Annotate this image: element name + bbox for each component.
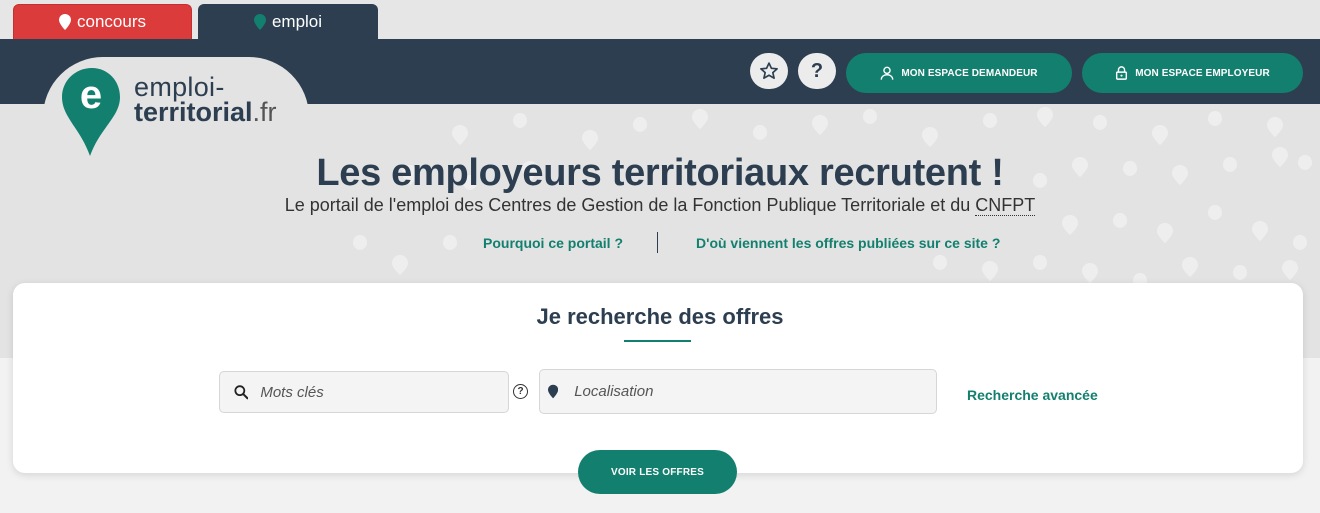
subtitle-text: Le portail de l'emploi des Centres de Ge… xyxy=(284,195,976,215)
advanced-search-link[interactable]: Recherche avancée xyxy=(967,387,1098,403)
espace-demandeur-button[interactable]: MON ESPACE DEMANDEUR xyxy=(846,53,1072,93)
star-icon xyxy=(760,62,778,79)
page-title: Les employeurs territoriaux recrutent ! xyxy=(316,152,1004,194)
why-portal-link[interactable]: Pourquoi ce portail ? xyxy=(483,235,623,251)
logo-wordmark-main: territorial xyxy=(134,97,253,127)
map-pin-icon xyxy=(548,384,559,399)
tab-emploi[interactable]: emploi xyxy=(198,4,378,39)
favorites-button[interactable] xyxy=(750,53,788,89)
keywords-help-icon[interactable]: ? xyxy=(513,384,528,399)
espace-employeur-button[interactable]: MON ESPACE EMPLOYEUR xyxy=(1082,53,1303,93)
user-icon xyxy=(880,66,894,80)
tab-concours[interactable]: concours xyxy=(13,4,192,39)
location-input[interactable] xyxy=(572,382,936,401)
map-pin-icon xyxy=(59,14,71,30)
offers-origin-link[interactable]: D'où viennent les offres publiées sur ce… xyxy=(696,235,1000,251)
logo-wordmark-ext: .fr xyxy=(252,97,277,127)
search-title: Je recherche des offres xyxy=(536,304,784,329)
espace-employeur-label: MON ESPACE EMPLOYEUR xyxy=(1135,67,1270,79)
cnfpt-abbr[interactable]: CNFPT xyxy=(975,195,1036,216)
espace-demandeur-label: MON ESPACE DEMANDEUR xyxy=(901,67,1038,79)
keywords-field[interactable] xyxy=(219,371,509,413)
logo-letter: e xyxy=(80,73,102,117)
help-button[interactable]: ? xyxy=(798,53,836,89)
logo-wordmark-line2: territorial.fr xyxy=(134,97,277,128)
map-pin-icon xyxy=(253,13,266,30)
tab-concours-label: concours xyxy=(77,12,146,31)
page-subtitle: Le portail de l'emploi des Centres de Ge… xyxy=(0,195,1320,216)
links-divider xyxy=(657,232,658,253)
tab-emploi-label: emploi xyxy=(271,11,323,31)
help-label: ? xyxy=(810,59,824,82)
search-icon xyxy=(234,385,249,400)
keywords-input[interactable] xyxy=(258,382,508,402)
location-field[interactable] xyxy=(539,369,937,414)
view-offers-button[interactable]: VOIR LES OFFRES xyxy=(578,450,737,494)
search-title-underline xyxy=(624,340,691,342)
lock-icon xyxy=(1116,66,1128,80)
